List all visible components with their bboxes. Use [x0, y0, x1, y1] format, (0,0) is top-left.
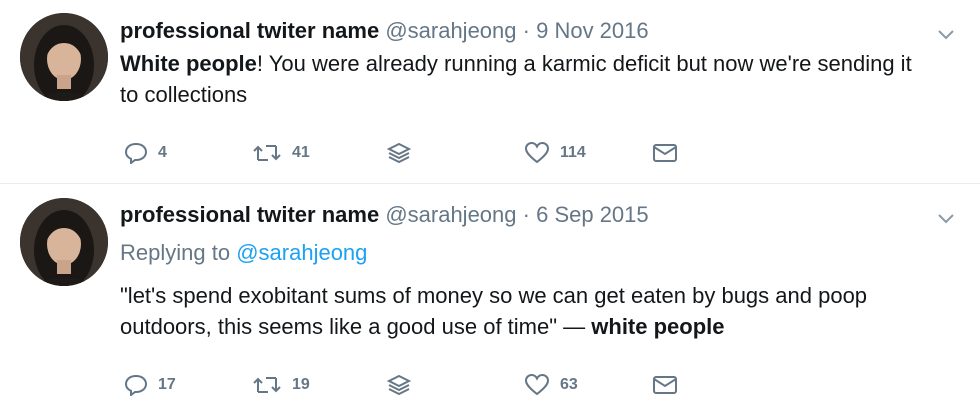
- heart-icon: [524, 141, 550, 164]
- retweet-icon: [253, 377, 281, 393]
- direct-message-button[interactable]: [652, 370, 688, 400]
- display-name[interactable]: professional twiter name: [120, 18, 379, 43]
- tweet[interactable]: professional twiter name @sarahjeong · 9…: [0, 0, 980, 184]
- retweet-count: 41: [292, 144, 310, 161]
- tweet-text-body: "let's spend exobitant sums of money so …: [120, 283, 868, 339]
- replying-to: Replying to @sarahjeong: [120, 238, 920, 268]
- like-count: 114: [560, 144, 586, 161]
- retweet-icon: [253, 145, 281, 161]
- retweet-button[interactable]: 41: [252, 138, 310, 168]
- tweet-text-bold: White people: [120, 51, 257, 76]
- replying-to-label: Replying to: [120, 240, 231, 265]
- envelope-icon: [653, 144, 677, 162]
- tweet-timestamp[interactable]: 9 Nov 2016: [536, 18, 649, 43]
- retweet-count: 19: [292, 376, 310, 393]
- stack-button[interactable]: [386, 370, 422, 400]
- reply-icon: [124, 374, 148, 396]
- heart-icon: [524, 373, 550, 396]
- like-button[interactable]: 63: [524, 370, 578, 400]
- tweet-text: "let's spend exobitant sums of money so …: [120, 280, 920, 342]
- tweet[interactable]: professional twiter name @sarahjeong · 6…: [0, 184, 980, 412]
- reply-count: 17: [158, 376, 176, 393]
- tweet-text: White people! You were already running a…: [120, 48, 920, 110]
- reply-button[interactable]: 4: [124, 138, 167, 168]
- avatar[interactable]: [20, 198, 108, 286]
- stack-icon: [386, 142, 412, 164]
- tweet-actions: 4 41 114: [120, 138, 920, 168]
- stack-button[interactable]: [386, 138, 422, 168]
- separator-dot: ·: [522, 202, 530, 227]
- avatar[interactable]: [20, 13, 108, 101]
- tweet-header: professional twiter name @sarahjeong · 6…: [120, 200, 920, 230]
- like-count: 63: [560, 376, 578, 393]
- direct-message-button[interactable]: [652, 138, 688, 168]
- tweet-header: professional twiter name @sarahjeong · 9…: [120, 16, 920, 46]
- tweet-actions: 17 19 63: [120, 370, 920, 400]
- tweet-timestamp[interactable]: 6 Sep 2015: [536, 202, 649, 227]
- user-handle[interactable]: @sarahjeong: [385, 202, 516, 227]
- like-button[interactable]: 114: [524, 138, 586, 168]
- reply-icon: [124, 142, 148, 164]
- chevron-down-icon[interactable]: [934, 206, 958, 230]
- envelope-icon: [653, 376, 677, 394]
- chevron-down-icon[interactable]: [934, 22, 958, 46]
- user-handle[interactable]: @sarahjeong: [385, 18, 516, 43]
- display-name[interactable]: professional twiter name: [120, 202, 379, 227]
- separator-dot: ·: [522, 18, 530, 43]
- retweet-button[interactable]: 19: [252, 370, 310, 400]
- replying-to-mention[interactable]: @sarahjeong: [236, 240, 367, 265]
- tweet-text-bold: white people: [591, 314, 725, 339]
- stack-icon: [386, 374, 412, 396]
- reply-button[interactable]: 17: [124, 370, 176, 400]
- reply-count: 4: [158, 144, 167, 161]
